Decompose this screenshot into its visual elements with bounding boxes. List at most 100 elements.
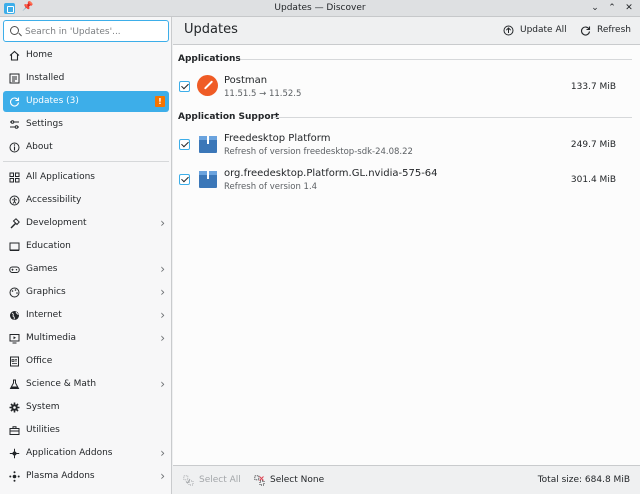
chevron-right-icon: › <box>160 216 165 230</box>
sidebar-item-label: Multimedia <box>26 333 77 343</box>
update-size: 133.7 MiB <box>570 82 616 92</box>
chevron-right-icon: › <box>160 308 165 322</box>
gamepad-icon <box>9 266 20 273</box>
select-none-label: Select None <box>270 475 325 485</box>
sidebar-item-label: Internet <box>26 310 62 320</box>
home-icon <box>9 50 20 61</box>
office-icon <box>10 356 19 367</box>
refresh-button[interactable]: Refresh <box>580 22 634 40</box>
sidebar-item-label: Settings <box>26 119 63 129</box>
sidebar-item-about[interactable]: About <box>3 137 169 158</box>
page-title: Updates <box>184 22 238 37</box>
sidebar-item-updates[interactable]: Updates (3) ! <box>3 91 169 112</box>
sidebar-item-application-addons[interactable]: Application Addons › <box>3 443 169 464</box>
chevron-right-icon: › <box>160 262 165 276</box>
update-row-freedesktop-platform[interactable]: Freedesktop Platform Refresh of version … <box>173 130 640 160</box>
sidebar-item-label: About <box>26 142 53 152</box>
sidebar-item-development[interactable]: Development › <box>3 213 169 234</box>
sidebar-item-home[interactable]: Home <box>3 45 169 66</box>
package-icon <box>199 136 217 153</box>
updates-list: Applications Postman 11.51.5 → 11.52.5 1… <box>173 45 640 465</box>
sidebar-item-label: Science & Math <box>26 379 97 389</box>
update-name: Postman <box>224 75 268 86</box>
sidebar-item-system[interactable]: System <box>3 397 169 418</box>
search-box[interactable] <box>3 20 169 42</box>
sidebar-item-plasma-addons[interactable]: Plasma Addons › <box>3 466 169 487</box>
update-all-icon <box>503 25 514 36</box>
select-none-button[interactable]: Select None <box>254 473 326 488</box>
update-checkbox[interactable] <box>179 139 190 150</box>
sidebar-item-education[interactable]: Education <box>3 236 169 257</box>
updates-icon <box>10 97 20 107</box>
window-title: Updates — Discover <box>274 3 366 13</box>
update-row-postman[interactable]: Postman 11.51.5 → 11.52.5 133.7 MiB <box>173 72 640 102</box>
refresh-label: Refresh <box>597 25 631 35</box>
update-version: Refresh of version 1.4 <box>224 182 318 192</box>
section-header-applications: Applications <box>178 54 241 64</box>
chevron-right-icon: › <box>160 446 165 460</box>
installed-icon <box>9 73 20 84</box>
toolbox-icon <box>9 426 20 435</box>
select-all-button[interactable]: Select All <box>183 473 247 488</box>
update-all-button[interactable]: Update All <box>503 22 567 40</box>
sidebar-item-office[interactable]: Office <box>3 351 169 372</box>
sidebar-item-label: Plasma Addons <box>26 471 95 481</box>
search-input[interactable] <box>25 24 165 39</box>
update-checkbox[interactable] <box>179 81 190 92</box>
hammer-icon <box>10 218 20 229</box>
sidebar: Home Installed Updates (3) ! Settings Ab… <box>0 17 172 494</box>
select-all-icon <box>183 475 194 486</box>
header-toolbar: Updates Update All Refresh <box>173 17 640 45</box>
sidebar-item-games[interactable]: Games › <box>3 259 169 280</box>
chevron-right-icon: › <box>160 331 165 345</box>
grid-icon <box>9 172 20 183</box>
update-checkbox[interactable] <box>179 174 190 185</box>
chevron-right-icon: › <box>160 469 165 483</box>
update-all-label: Update All <box>520 25 567 35</box>
sidebar-item-label: Utilities <box>26 425 60 435</box>
title-bar: 📌 Updates — Discover ⌄ ⌃ ✕ <box>0 0 640 17</box>
refresh-icon <box>581 26 591 36</box>
sidebar-item-label: Home <box>26 50 53 60</box>
flask-icon <box>9 379 20 389</box>
sidebar-item-label: Updates (3) <box>26 96 79 106</box>
sidebar-item-utilities[interactable]: Utilities <box>3 420 169 441</box>
sidebar-item-label: Graphics <box>26 287 66 297</box>
sidebar-item-science-math[interactable]: Science & Math › <box>3 374 169 395</box>
section-divider <box>273 117 632 118</box>
minimize-icon[interactable]: ⌄ <box>588 1 602 15</box>
accessibility-icon <box>9 195 20 206</box>
select-all-label: Select All <box>199 475 241 485</box>
sidebar-item-label: Games <box>26 264 58 274</box>
update-name: Freedesktop Platform <box>224 133 331 144</box>
postman-app-icon <box>197 75 218 96</box>
chevron-right-icon: › <box>160 377 165 391</box>
plasma-icon <box>9 471 20 482</box>
sidebar-divider <box>3 161 169 162</box>
sidebar-item-label: Development <box>26 218 87 228</box>
sidebar-item-all-applications[interactable]: All Applications <box>3 167 169 188</box>
update-name: org.freedesktop.Platform.GL.nvidia-575-6… <box>224 168 438 179</box>
info-icon <box>9 142 20 153</box>
multimedia-icon <box>9 334 20 344</box>
update-version: Refresh of version freedesktop-sdk-24.08… <box>224 147 413 157</box>
update-version: 11.51.5 → 11.52.5 <box>224 89 302 99</box>
gear-icon <box>9 402 20 413</box>
section-divider <box>241 59 632 60</box>
sidebar-item-installed[interactable]: Installed <box>3 68 169 89</box>
education-icon <box>9 242 20 251</box>
sidebar-item-internet[interactable]: Internet › <box>3 305 169 326</box>
update-row-nvidia-gl[interactable]: org.freedesktop.Platform.GL.nvidia-575-6… <box>173 165 640 195</box>
sidebar-item-label: Office <box>26 356 53 366</box>
maximize-icon[interactable]: ⌃ <box>605 1 619 15</box>
settings-icon <box>10 120 19 129</box>
sidebar-item-label: Education <box>26 241 71 251</box>
update-size: 301.4 MiB <box>570 175 616 185</box>
sidebar-item-graphics[interactable]: Graphics › <box>3 282 169 303</box>
sidebar-item-label: All Applications <box>26 172 95 182</box>
close-icon[interactable]: ✕ <box>622 1 636 15</box>
sidebar-item-multimedia[interactable]: Multimedia › <box>3 328 169 349</box>
section-header-application-support: Application Support <box>178 112 280 122</box>
sidebar-item-settings[interactable]: Settings <box>3 114 169 135</box>
sidebar-item-accessibility[interactable]: Accessibility <box>3 190 169 211</box>
